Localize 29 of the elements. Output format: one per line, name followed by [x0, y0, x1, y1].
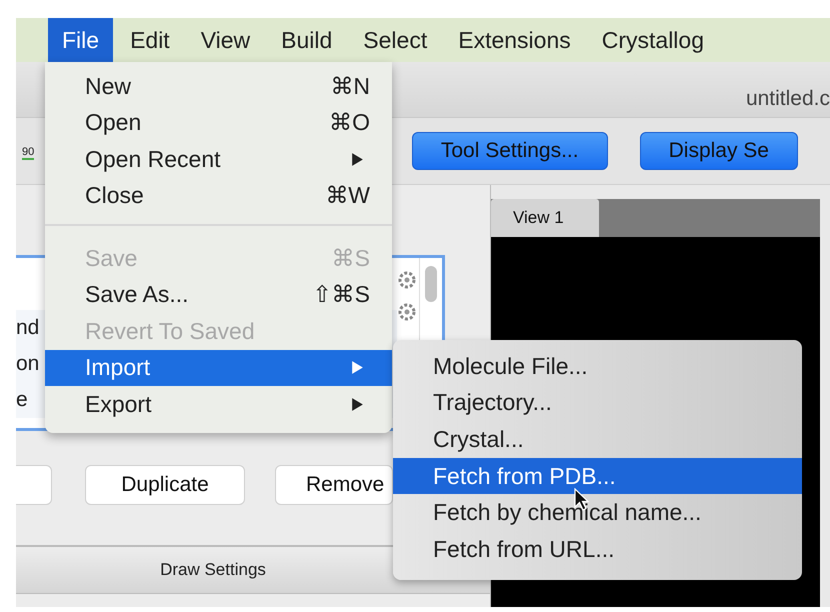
- menu-item[interactable]: View: [186, 18, 264, 62]
- menu-item[interactable]: Edit: [116, 18, 184, 62]
- menu-item[interactable]: Open ⌘O: [45, 104, 392, 141]
- list-item[interactable]: nd: [16, 316, 40, 340]
- menu-item[interactable]: Export: [45, 386, 392, 422]
- menu-item[interactable]: Extensions: [444, 18, 585, 62]
- menu-item[interactable]: Fetch from PDB...: [393, 458, 802, 494]
- menu-item[interactable]: Close ⌘W: [45, 178, 392, 214]
- list-item[interactable]: on: [16, 352, 40, 376]
- menu-item[interactable]: Import: [45, 350, 392, 386]
- menu-item[interactable]: Open Recent: [45, 141, 392, 178]
- toolbar-button[interactable]: Display Se: [640, 132, 798, 170]
- window-title: untitled.c: [746, 87, 830, 111]
- menu-item[interactable]: Save As... ⇧⌘S: [45, 276, 392, 313]
- menu-item[interactable]: Molecule File...: [393, 348, 802, 385]
- menu-item[interactable]: Fetch by chemical name...: [393, 494, 802, 531]
- menu-item[interactable]: Build: [267, 18, 346, 62]
- panel-button[interactable]: Duplicate: [85, 465, 245, 505]
- menu-item[interactable]: Crystal...: [393, 421, 802, 458]
- ruler-label: 90: [22, 146, 34, 160]
- list-item[interactable]: e: [16, 388, 28, 412]
- menu-item[interactable]: File: [48, 18, 114, 62]
- menu-item[interactable]: New ⌘N: [45, 68, 392, 104]
- toolbar-button[interactable]: Tool Settings...: [412, 132, 608, 170]
- view-tab[interactable]: View 1: [491, 199, 599, 237]
- panel-button[interactable]: Remove: [275, 465, 393, 505]
- menu-item[interactable]: Select: [349, 18, 442, 62]
- menu-item[interactable]: Crystallog: [588, 18, 718, 62]
- menu-item[interactable]: Trajectory...: [393, 384, 802, 422]
